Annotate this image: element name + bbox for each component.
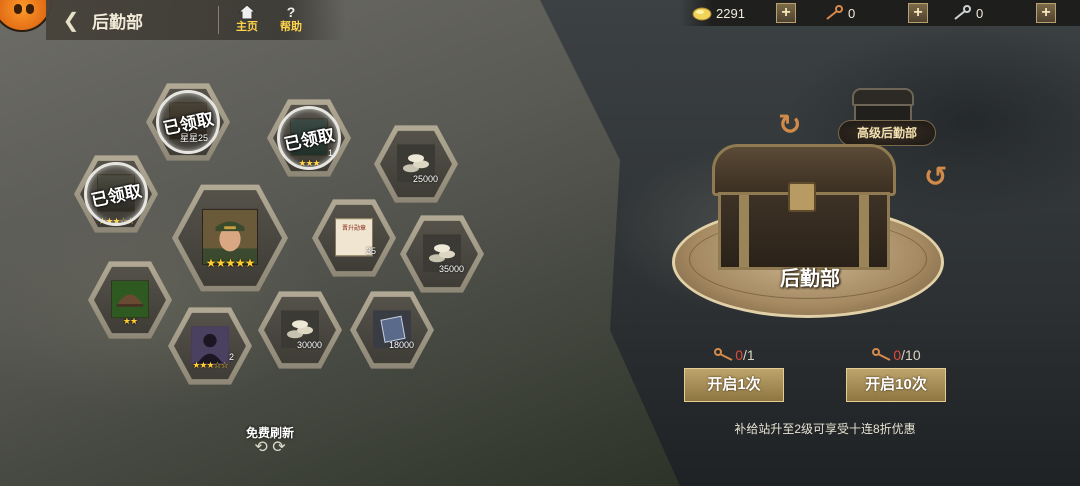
advanced-key-icon	[952, 5, 972, 21]
cell-qty: 30000	[296, 340, 322, 350]
page-header: ❮ 后勤部 主页 ? 帮助	[46, 0, 346, 40]
gold-resource: 2291 +	[692, 3, 796, 23]
keys-have: 0	[893, 347, 902, 363]
chest-band	[859, 195, 869, 267]
cell-stars: ★★★☆☆	[192, 360, 228, 370]
open-once-key-count: 0/1	[684, 346, 784, 364]
swap-arrow-down-icon: ↺	[924, 161, 948, 192]
game-scene: ❮ 后勤部 主页 ? 帮助 2291 + 0 + 0 + 星星25 已领取 ★★…	[0, 0, 1080, 486]
open-ten-key-count: 0/10	[846, 346, 946, 364]
key-icon	[714, 348, 733, 361]
keys-need: /1	[743, 347, 755, 363]
cell-qty: 25000	[412, 174, 438, 184]
logistics-chest[interactable]	[712, 144, 896, 270]
refresh-arrows-icon: ⟲ ⟳	[254, 439, 286, 456]
chest-lock-icon	[788, 182, 816, 212]
advanced-key-resource: 0 +	[952, 3, 1056, 23]
avatar-eye-left	[14, 4, 22, 14]
home-icon	[237, 4, 257, 20]
gold-value: 2291	[716, 5, 745, 21]
advanced-key-value: 0	[976, 5, 984, 21]
home-label: 主页	[236, 21, 258, 33]
cell-stars: ★★★★★	[205, 256, 256, 270]
keys-have: 0	[735, 347, 744, 363]
cell-qty: 35000	[438, 264, 464, 274]
chest-band	[739, 195, 749, 267]
gold-icon	[692, 5, 712, 21]
advanced-chest-switch[interactable]	[852, 88, 914, 124]
key-icon	[872, 348, 891, 361]
soldier-silhouette-icon	[191, 326, 229, 365]
help-button[interactable]: ? 帮助	[274, 3, 308, 37]
open-once-button[interactable]: 开启1次	[684, 368, 784, 402]
resource-bar: 2291 + 0 + 0 +	[680, 0, 1080, 26]
key-value: 0	[848, 5, 856, 21]
add-advanced-key-button[interactable]: +	[1036, 3, 1056, 23]
back-button[interactable]: ❮	[54, 0, 88, 40]
advanced-chest-label[interactable]: 高级后勤部	[838, 120, 936, 146]
add-key-button[interactable]: +	[908, 3, 928, 23]
help-icon: ?	[286, 4, 296, 20]
help-label: 帮助	[280, 21, 302, 33]
helmet-icon	[111, 280, 149, 319]
cell-qty: 35	[365, 246, 376, 256]
swap-arrow-up-icon: ↻	[778, 109, 802, 140]
avatar-eye-right	[26, 4, 34, 14]
chest-label: 后勤部	[780, 266, 840, 290]
back-arrow-icon: ❮	[62, 9, 80, 32]
header-divider	[218, 6, 219, 34]
add-gold-button[interactable]: +	[776, 3, 796, 23]
free-refresh-button[interactable]: 免费刷新 ⟲ ⟳	[240, 424, 300, 458]
certificate-title: 晋升勋章	[341, 226, 366, 233]
cell-qty: 2	[228, 352, 234, 362]
open-ten-group: 0/10 开启10次	[846, 346, 946, 402]
home-button[interactable]: 主页	[230, 3, 264, 37]
open-once-group: 0/1 开启1次	[684, 346, 784, 402]
cell-qty: 18000	[388, 340, 414, 350]
cell-stars: ★★	[122, 316, 138, 326]
open-ten-button[interactable]: 开启10次	[846, 368, 946, 402]
promo-text: 补给站升至2级可享受十连8折优惠	[734, 422, 916, 436]
key-resource: 0 +	[824, 3, 928, 23]
key-icon	[824, 5, 844, 21]
keys-need: /10	[901, 347, 921, 363]
page-title: 后勤部	[92, 12, 143, 32]
